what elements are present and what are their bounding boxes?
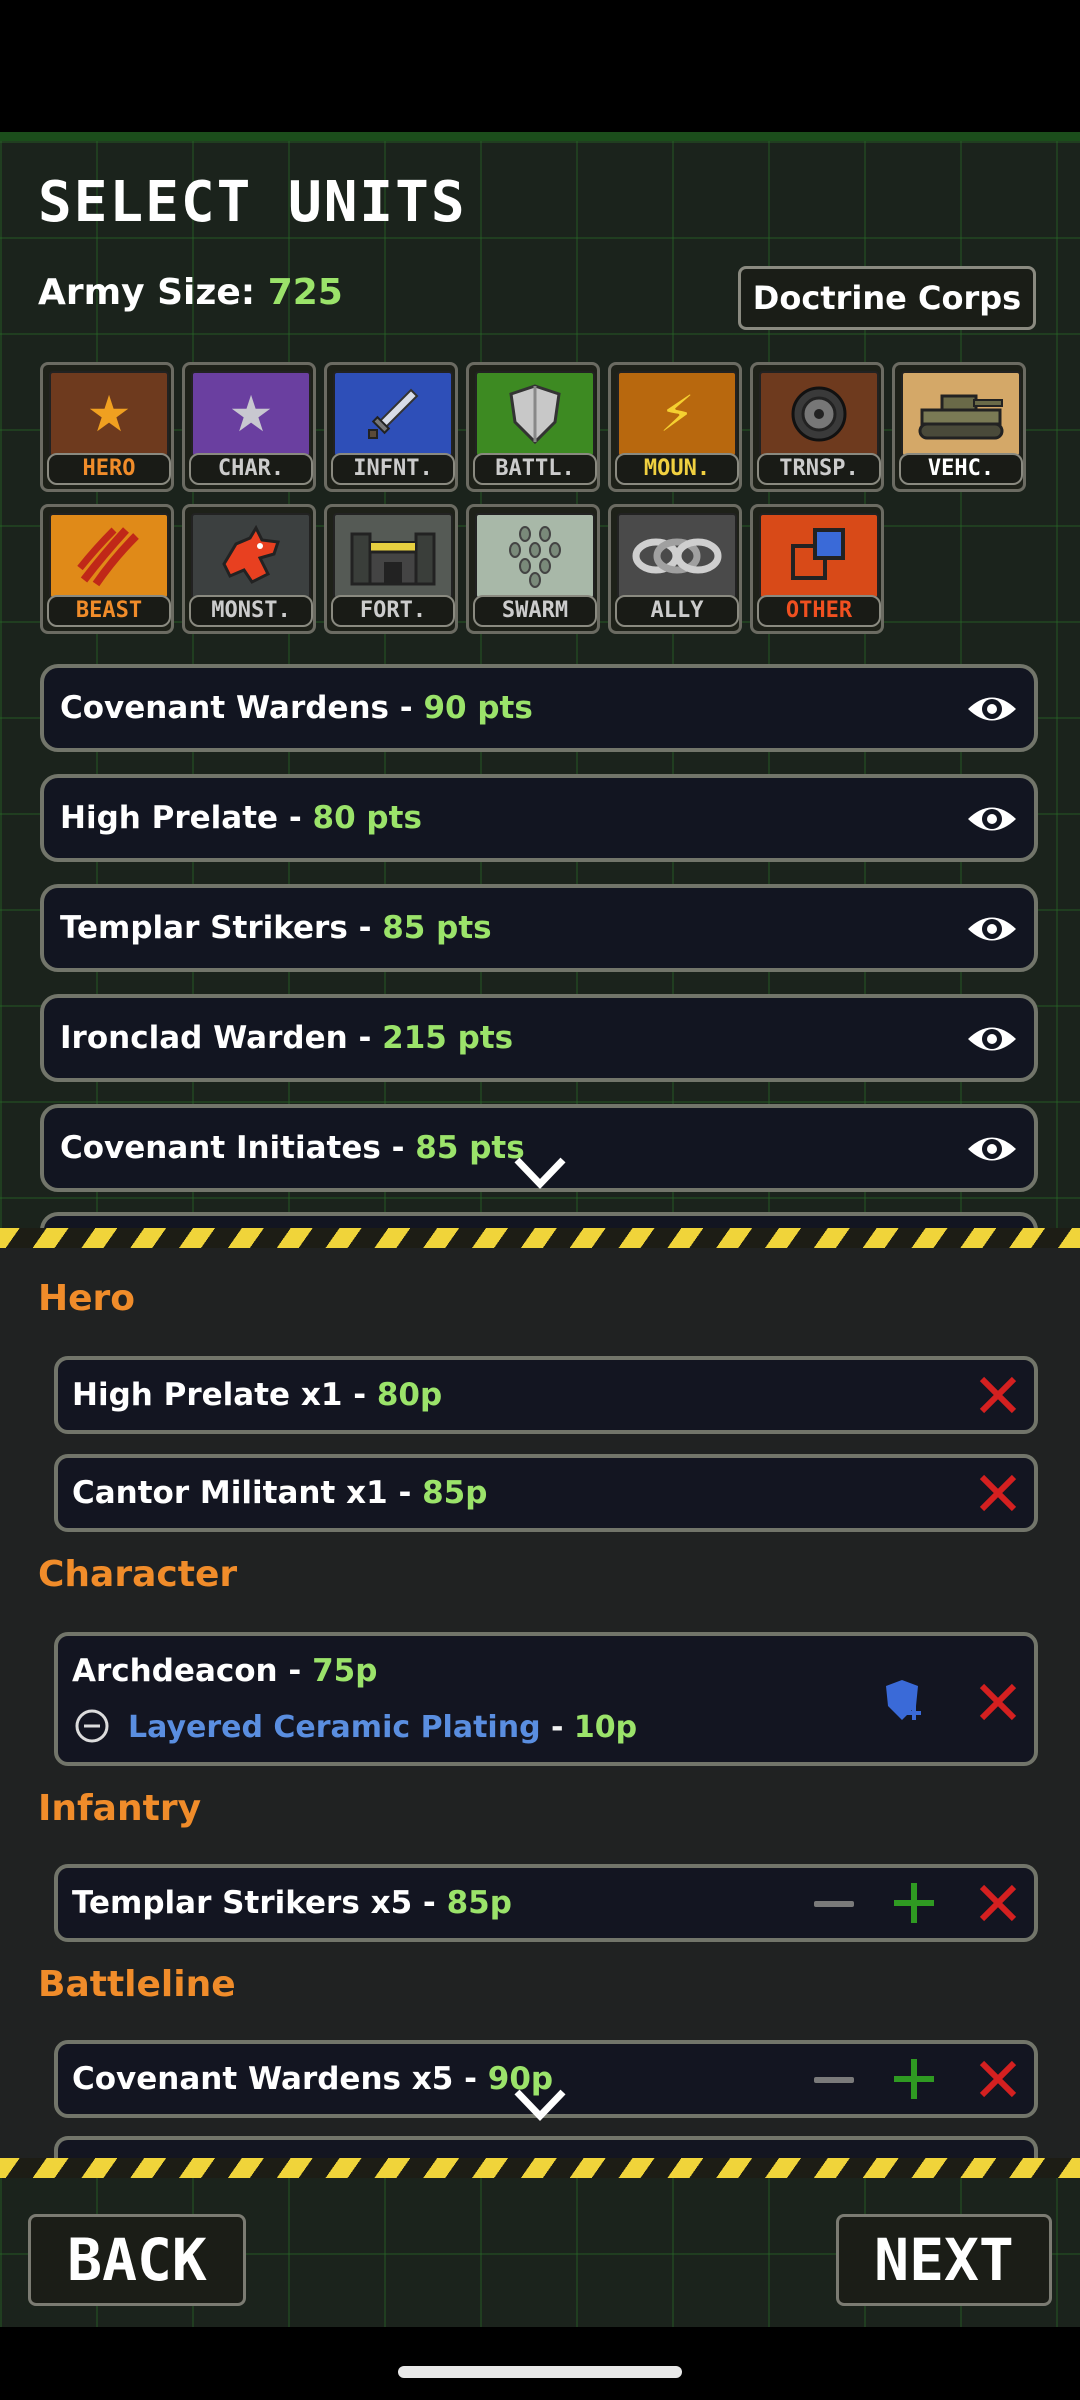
eye-icon[interactable] [966, 796, 1018, 842]
section-battleline-heading: Battleline [38, 1964, 236, 2005]
selected-unit-row: Cantor Militant x1 - 85p [54, 1454, 1038, 1532]
tank-icon [901, 371, 1021, 457]
next-button[interactable]: NEXT [836, 2214, 1052, 2306]
shield-icon [475, 371, 595, 457]
unit-name: High Prelate - 80 pts [60, 800, 422, 836]
eye-icon[interactable] [966, 1016, 1018, 1062]
claw-icon [49, 513, 169, 599]
category-ally-button[interactable]: ALLY [608, 504, 742, 634]
category-transport-button[interactable]: TRNSP. [750, 362, 884, 492]
selected-unit-name: Covenant Wardens x5 - 90p [72, 2061, 554, 2097]
laurel-star-icon: ★ [49, 371, 169, 457]
fortress-icon [333, 513, 453, 599]
upgrade-name: Layered Ceramic Plating [128, 1710, 541, 1745]
chevron-down-icon[interactable] [513, 1154, 567, 1190]
category-label: BATTL. [473, 453, 597, 485]
selected-unit-name: Archdeacon - 75p [72, 1653, 378, 1689]
selected-unit-name: High Prelate x1 - 80p [72, 1377, 443, 1413]
category-swarm-button[interactable]: SWARM [466, 504, 600, 634]
increase-plus-icon[interactable] [892, 1881, 936, 1925]
category-label: MOUN. [615, 453, 739, 485]
category-label: BEAST [47, 595, 171, 627]
category-label: HERO [47, 453, 171, 485]
decrease-button[interactable] [814, 2077, 854, 2083]
category-hero-button[interactable]: ★ HERO [40, 362, 174, 492]
category-label: OTHER [757, 595, 881, 627]
chevron-down-icon[interactable] [513, 2086, 567, 2122]
remove-x-icon[interactable] [976, 1680, 1020, 1724]
army-size: Army Size: 725 [38, 272, 343, 313]
category-battleline-button[interactable]: BATTL. [466, 362, 600, 492]
remove-x-icon[interactable] [976, 2057, 1020, 2101]
lightning-icon: ⚡ [617, 371, 737, 457]
hazard-divider [0, 1228, 1080, 1248]
unit-name: Templar Strikers - 85 pts [60, 910, 492, 946]
hazard-divider [0, 2158, 1080, 2178]
page-title: SELECT UNITS [38, 170, 467, 235]
unit-name: Ironclad Warden - 215 pts [60, 1020, 514, 1056]
remove-x-icon[interactable] [976, 1471, 1020, 1515]
category-label: VEHC. [899, 453, 1023, 485]
unit-name: Covenant Wardens - 90 pts [60, 690, 533, 726]
category-label: ALLY [615, 595, 739, 627]
category-label: SWARM [473, 595, 597, 627]
remove-x-icon[interactable] [976, 1373, 1020, 1417]
category-label: INFNT. [331, 453, 455, 485]
unit-name: Covenant Initiates - 85 pts [60, 1130, 525, 1166]
category-character-button[interactable]: ★ CHAR. [182, 362, 316, 492]
doctrine-button[interactable]: Doctrine Corps [738, 266, 1036, 330]
selected-unit-name: Templar Strikers x5 - 85p [72, 1885, 512, 1921]
category-label: CHAR. [189, 453, 313, 485]
decrease-button[interactable] [814, 1901, 854, 1907]
selected-unit-row: High Prelate x1 - 80p [54, 1356, 1038, 1434]
unit-list-item[interactable]: High Prelate - 80 pts [40, 774, 1038, 862]
unit-list-item[interactable]: Covenant Wardens - 90 pts [40, 664, 1038, 752]
unit-list-item[interactable]: Templar Strikers - 85 pts [40, 884, 1038, 972]
category-fortification-button[interactable]: FORT. [324, 504, 458, 634]
home-indicator[interactable] [398, 2366, 682, 2378]
unit-list-item[interactable]: Ironclad Warden - 215 pts [40, 994, 1038, 1082]
squares-icon [759, 513, 879, 599]
remove-upgrade-icon[interactable] [74, 1708, 110, 1744]
section-infantry-heading: Infantry [38, 1788, 202, 1829]
category-label: MONST. [189, 595, 313, 627]
dragon-icon [191, 513, 311, 599]
eye-icon[interactable] [966, 906, 1018, 952]
status-bar-area [0, 0, 1080, 132]
swarm-icon [475, 513, 595, 599]
category-beast-button[interactable]: BEAST [40, 504, 174, 634]
back-button[interactable]: BACK [28, 2214, 246, 2306]
category-mounted-button[interactable]: ⚡ MOUN. [608, 362, 742, 492]
upgrade-line: Layered Ceramic Plating - 10p [128, 1710, 638, 1745]
wheel-icon [759, 371, 879, 457]
selected-unit-name: Cantor Militant x1 - 85p [72, 1475, 488, 1511]
purple-star-badge-icon: ★ [191, 371, 311, 457]
category-label: TRNSP. [757, 453, 881, 485]
top-divider [0, 132, 1080, 141]
category-label: FORT. [331, 595, 455, 627]
eye-icon[interactable] [966, 686, 1018, 732]
category-monster-button[interactable]: MONST. [182, 504, 316, 634]
eye-icon[interactable] [966, 1126, 1018, 1172]
army-size-value: 725 [267, 272, 343, 313]
chain-link-icon [617, 513, 737, 599]
section-character-heading: Character [38, 1554, 238, 1595]
selected-unit-row: Templar Strikers x5 - 85p [54, 1864, 1038, 1942]
section-hero-heading: Hero [38, 1278, 136, 1319]
selected-unit-row: Archdeacon - 75p Layered Ceramic Plating… [54, 1632, 1038, 1766]
add-upgrade-shield-icon[interactable] [884, 1678, 926, 1724]
sword-icon [333, 371, 453, 457]
army-size-label: Army Size: [38, 272, 268, 313]
increase-plus-icon[interactable] [892, 2057, 936, 2101]
category-other-button[interactable]: OTHER [750, 504, 884, 634]
remove-x-icon[interactable] [976, 1881, 1020, 1925]
category-infantry-button[interactable]: INFNT. [324, 362, 458, 492]
category-vehicle-button[interactable]: VEHC. [892, 362, 1026, 492]
